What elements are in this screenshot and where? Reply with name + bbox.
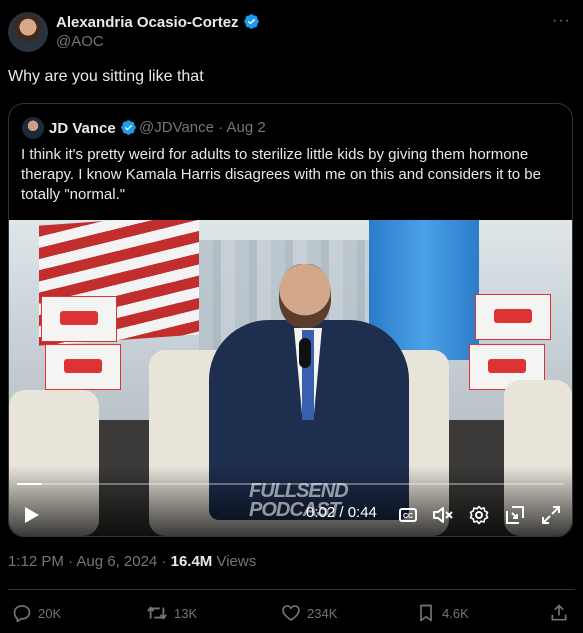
repost-icon: [147, 606, 167, 620]
share-button[interactable]: [549, 603, 575, 623]
author-avatar[interactable]: [8, 12, 48, 52]
reply-button[interactable]: 20K: [12, 603, 61, 623]
author-name[interactable]: Alexandria Ocasio-Cortez: [56, 13, 260, 31]
quoted-author-handle-date[interactable]: @JDVance · Aug 2: [139, 119, 266, 136]
views-label: Views: [212, 553, 257, 570]
video-frame-face: [279, 264, 331, 328]
video-frame-box: [45, 344, 121, 390]
video-progress-bar[interactable]: [17, 483, 564, 485]
heart-icon: [282, 605, 300, 621]
captions-icon[interactable]: CC: [397, 504, 419, 526]
settings-gear-icon[interactable]: [468, 504, 490, 526]
verified-badge-icon: [120, 120, 136, 135]
video-progress-fill: [17, 483, 42, 485]
quoted-author-name-text[interactable]: JD Vance: [49, 120, 116, 137]
picture-in-picture-icon[interactable]: [504, 504, 526, 526]
repost-count: 13K: [174, 605, 198, 621]
divider: [8, 589, 575, 590]
fullscreen-icon[interactable]: [540, 504, 562, 526]
quoted-author-avatar[interactable]: [22, 117, 44, 139]
views-count: 16.4M: [170, 553, 213, 570]
video-frame-box: [41, 296, 117, 342]
like-count: 234K: [307, 605, 338, 621]
tweet-timestamp[interactable]: 1:12 PM · Aug 6, 2024 ·: [8, 553, 171, 570]
svg-text:CC: CC: [403, 513, 413, 520]
bookmark-count: 4.6K: [442, 605, 469, 621]
share-icon: [551, 604, 567, 621]
verified-badge-icon: [243, 14, 259, 29]
video-frame-box: [475, 294, 551, 340]
author-name-text[interactable]: Alexandria Ocasio-Cortez: [56, 14, 239, 31]
video-player[interactable]: FULLSEND PODCAST 0:02 / 0:44 CC: [9, 220, 572, 536]
author-handle[interactable]: @AOC: [56, 33, 104, 50]
tweet-text: Why are you sitting like that: [8, 68, 204, 85]
more-options-icon[interactable]: ···: [552, 12, 571, 30]
video-frame-microphone: [299, 338, 311, 368]
mute-icon[interactable]: [431, 504, 455, 526]
quoted-tweet[interactable]: JD Vance @JDVance · Aug 2 I think it's p…: [8, 103, 573, 537]
bookmark-button[interactable]: 4.6K: [416, 603, 469, 623]
bookmark-icon: [420, 604, 432, 622]
tweet-metadata: 1:12 PM · Aug 6, 2024 · 16.4M Views: [8, 553, 256, 570]
like-button[interactable]: 234K: [281, 603, 337, 623]
quoted-tweet-text: I think it's pretty weird for adults to …: [21, 146, 541, 203]
play-icon[interactable]: [21, 504, 43, 526]
repost-button[interactable]: 13K: [146, 603, 197, 623]
reply-icon: [13, 605, 31, 623]
reply-count: 20K: [38, 605, 62, 621]
quoted-author-name[interactable]: JD Vance: [49, 119, 137, 137]
video-time: 0:02 / 0:44: [306, 504, 377, 521]
